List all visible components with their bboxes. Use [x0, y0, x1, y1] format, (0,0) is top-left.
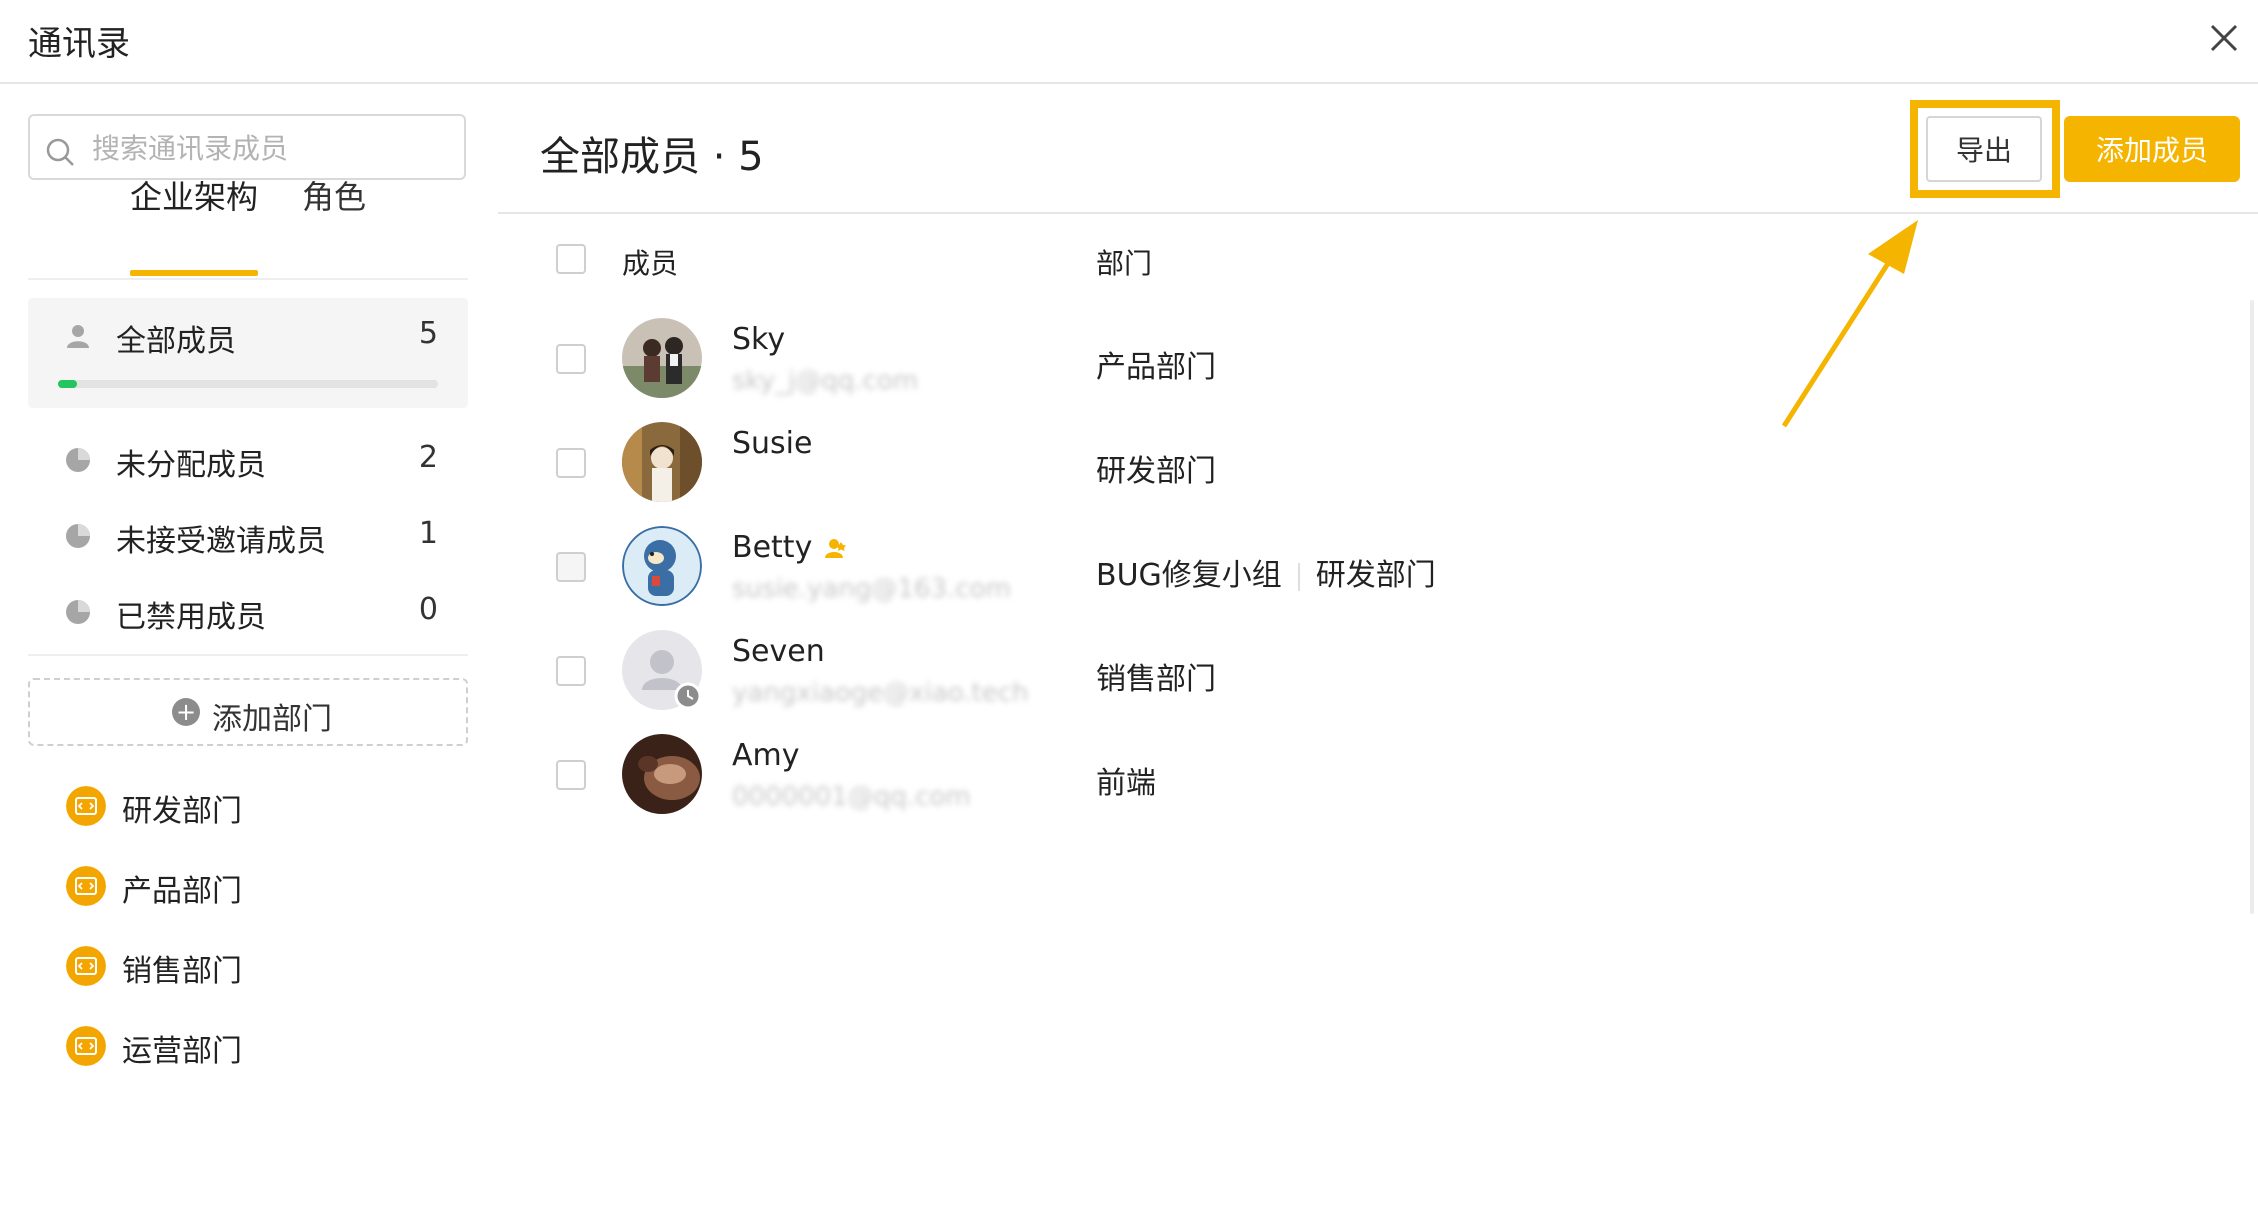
avatar — [622, 422, 702, 502]
table-row[interactable]: Betty susie.yang@163.com BUG修复小组 研发部门 — [498, 516, 2258, 620]
header-divider — [498, 212, 2258, 214]
search-input[interactable] — [90, 126, 454, 170]
close-icon[interactable] — [2204, 18, 2244, 58]
department-item[interactable]: 研发部门 — [28, 774, 468, 844]
member-email: yangxiaoge@xiao.tech — [732, 678, 1029, 708]
table-row[interactable]: Sky sky_j@qq.com 产品部门 — [498, 308, 2258, 412]
dialog-header: 通讯录 — [0, 0, 2258, 84]
divider — [28, 654, 468, 656]
member-department: 研发部门 — [1096, 454, 1216, 489]
department-icon — [66, 786, 106, 826]
member-name: Susie — [732, 426, 813, 461]
group-count: 2 — [418, 440, 438, 475]
group-count: 1 — [418, 516, 438, 551]
row-checkbox[interactable] — [556, 448, 586, 478]
row-checkbox[interactable] — [556, 760, 586, 790]
add-department-label: 添加部门 — [212, 702, 332, 737]
group-label: 未接受邀请成员 — [116, 524, 326, 559]
row-checkbox[interactable] — [556, 552, 586, 582]
member-email: 0000001@qq.com — [732, 782, 971, 812]
pie-icon — [66, 524, 90, 548]
user-icon — [67, 325, 89, 348]
department-item[interactable]: 运营部门 — [28, 1014, 468, 1084]
department-item[interactable]: 销售部门 — [28, 934, 468, 1004]
member-departments: BUG修复小组 研发部门 — [1096, 550, 1436, 594]
group-count: 5 — [418, 316, 438, 351]
department-icon — [66, 1026, 106, 1066]
group-count: 0 — [418, 592, 438, 627]
column-header-member: 成员 — [622, 247, 679, 280]
search-icon — [46, 138, 74, 166]
department-label: 销售部门 — [122, 954, 242, 989]
sidebar: 企业架构 角色 全部成员 5 未分配成员 2 未接受邀请成员 1 — [0, 84, 480, 1208]
column-header-department: 部门 — [1096, 247, 1153, 280]
member-name: Sky — [732, 322, 786, 357]
avatar — [622, 630, 702, 710]
member-department: 产品部门 — [1096, 350, 1216, 385]
tab-roles[interactable]: 角色 — [302, 172, 366, 218]
group-pending-invite-members[interactable]: 未接受邀请成员 1 — [28, 498, 468, 574]
department-label: 运营部门 — [122, 1034, 242, 1069]
department-icon — [66, 866, 106, 906]
avatar — [622, 318, 702, 398]
row-checkbox[interactable] — [556, 656, 586, 686]
member-department: 销售部门 — [1096, 662, 1216, 697]
group-label: 全部成员 — [116, 324, 236, 359]
department-label: 研发部门 — [122, 794, 242, 829]
dialog-title: 通讯录 — [28, 24, 130, 64]
table-row[interactable]: Amy 0000001@qq.com 前端 — [498, 724, 2258, 828]
add-department-button[interactable]: + 添加部门 — [28, 678, 468, 746]
avatar — [622, 526, 702, 606]
department-label: 产品部门 — [122, 874, 242, 909]
department-item[interactable]: 产品部门 — [28, 854, 468, 924]
avatar — [622, 734, 702, 814]
group-disabled-members[interactable]: 已禁用成员 0 — [28, 574, 468, 650]
member-name: Betty — [732, 530, 813, 565]
member-department-secondary: 研发部门 — [1315, 558, 1436, 593]
table-row[interactable]: Seven yangxiaoge@xiao.tech 销售部门 — [498, 620, 2258, 724]
main-panel: 全部成员 · 5 导出 添加成员 成员 部门 Sky sky_j@qq.com … — [498, 84, 2258, 1208]
add-member-button[interactable]: 添加成员 — [2064, 116, 2240, 182]
row-checkbox[interactable] — [556, 344, 586, 374]
pie-icon — [66, 600, 90, 624]
plus-icon: + — [172, 698, 200, 726]
separator — [1297, 562, 1300, 591]
select-all-checkbox[interactable] — [556, 244, 586, 274]
department-icon — [66, 946, 106, 986]
tab-org-structure[interactable]: 企业架构 — [130, 172, 258, 218]
group-label: 未分配成员 — [116, 448, 266, 483]
group-label: 已禁用成员 — [116, 600, 266, 635]
admin-badge-icon — [825, 538, 847, 558]
page-title: 全部成员 · 5 — [540, 134, 764, 180]
member-department: 前端 — [1096, 766, 1156, 801]
member-name: Amy — [732, 738, 800, 773]
progress-bar — [58, 380, 438, 388]
pie-icon — [66, 448, 90, 472]
member-department: BUG修复小组 — [1096, 558, 1282, 593]
search-box[interactable] — [28, 114, 466, 180]
member-name-row: Betty — [732, 530, 848, 565]
group-unassigned-members[interactable]: 未分配成员 2 — [28, 422, 468, 498]
member-name: Seven — [732, 634, 825, 669]
group-all-members[interactable]: 全部成员 5 — [28, 298, 468, 408]
progress-fill — [58, 380, 77, 388]
active-tab-indicator — [130, 270, 258, 276]
table-row[interactable]: Susie 研发部门 — [498, 412, 2258, 516]
export-button[interactable]: 导出 — [1926, 116, 2042, 182]
member-email: sky_j@qq.com — [732, 366, 919, 396]
member-email: susie.yang@163.com — [732, 574, 1011, 604]
